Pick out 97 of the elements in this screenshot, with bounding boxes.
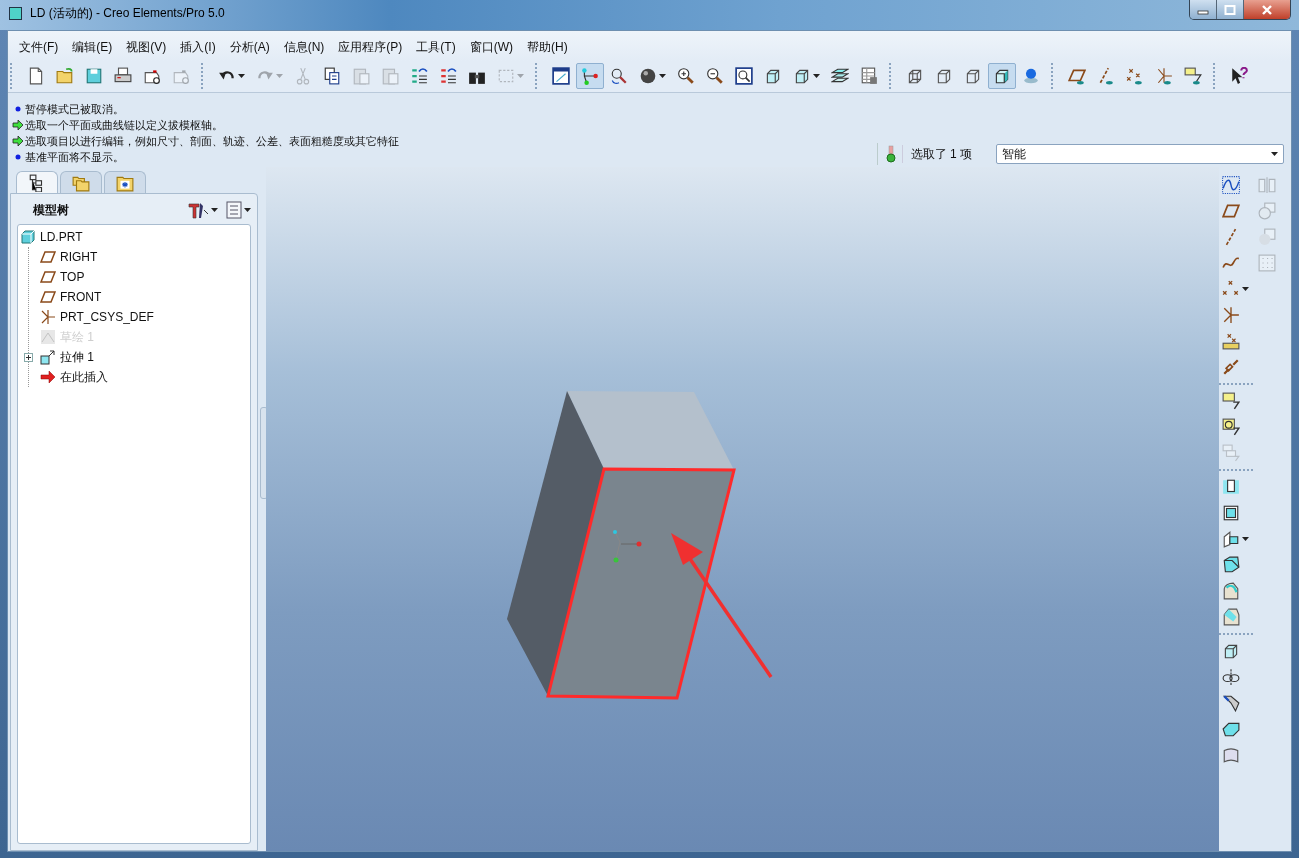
coordinate-system-eye-icon (1155, 67, 1173, 85)
caret-icon (1242, 537, 1249, 541)
zoom-out-icon (706, 67, 724, 85)
caret-icon (276, 74, 283, 78)
plane-icon (40, 269, 56, 285)
shaded-cube-icon (993, 67, 1011, 85)
tree-settings-button[interactable] (185, 200, 220, 220)
plane-icon (1222, 202, 1240, 220)
caret-icon (659, 74, 666, 78)
caret-icon (211, 208, 218, 212)
tree-item[interactable]: FRONT (60, 290, 102, 304)
cube-icon (1222, 642, 1240, 660)
list-arrows-icon (410, 67, 428, 85)
wireframe-cube-icon (906, 67, 924, 85)
cube-icon (764, 67, 782, 85)
message-text: 基准平面将不显示。 (25, 149, 124, 165)
minimize-button[interactable] (1190, 0, 1217, 19)
arrow-icon (12, 135, 24, 147)
dashed-box-icon (497, 67, 515, 85)
caret-icon (813, 74, 820, 78)
menu-item[interactable]: 帮助(H) (520, 38, 575, 57)
message-text: 选取一个平面或曲线链以定义拔模枢轴。 (25, 117, 223, 133)
window-title: LD (活动的) - Creo Elements/Pro 5.0 (30, 5, 225, 22)
traffic-light-icon (885, 145, 903, 163)
scissors-icon (294, 67, 312, 85)
axis-eye-icon (1097, 67, 1115, 85)
note-icon (1222, 392, 1240, 410)
selection-count: 选取了 1 项 (910, 145, 972, 163)
connected-nodes-icon (581, 67, 599, 85)
copy-icon (323, 67, 341, 85)
caret-icon (238, 74, 245, 78)
outline-cube-icon (964, 67, 982, 85)
message-text: 选取项目以进行编辑，例如尺寸、剖面、轨迹、公差、表面粗糙度或其它特征 (25, 133, 399, 149)
plane-icon (40, 249, 56, 265)
insert-arrow-icon (40, 369, 56, 385)
arrow-icon (12, 119, 24, 131)
tree-item[interactable]: 拉伸 1 (60, 348, 94, 366)
expand-icon[interactable] (24, 352, 33, 362)
zoom-fit-icon (735, 67, 753, 85)
caret-icon (517, 74, 524, 78)
panel-title: 模型树 (33, 201, 69, 219)
favorites-tab[interactable] (104, 171, 146, 193)
maximize-button[interactable] (1217, 0, 1244, 19)
list-arrows-icon (439, 67, 457, 85)
menu-item[interactable]: 文件(F) (12, 38, 66, 57)
menu-item[interactable]: 信息(N) (276, 38, 332, 57)
coordinate-system-icon (1222, 306, 1240, 324)
chain-icon (1222, 358, 1240, 376)
caret-icon (1242, 287, 1249, 291)
show-menu-button[interactable] (224, 200, 253, 220)
notes-icon (1222, 444, 1240, 462)
tree-item[interactable]: LD.PRT (40, 230, 83, 244)
coordinate-system-icon (40, 309, 56, 325)
outline-cube-icon (935, 67, 953, 85)
surface-icon (1222, 746, 1240, 764)
table-icon (860, 67, 878, 85)
points-eye-icon (1126, 67, 1144, 85)
cube-icon (793, 67, 811, 85)
printer-icon (114, 67, 132, 85)
close-button[interactable] (1244, 0, 1290, 19)
new-page-icon (27, 67, 45, 85)
window-icon (552, 67, 570, 85)
menu-item[interactable]: 分析(A) (222, 38, 277, 57)
grid-icon (1258, 254, 1276, 272)
sphere-icon (639, 67, 657, 85)
ball-icon (1022, 67, 1040, 85)
open-folder-icon (56, 67, 74, 85)
menu-item[interactable]: 插入(I) (173, 38, 223, 57)
layers-icon (831, 67, 849, 85)
menu-item[interactable]: 视图(V) (119, 38, 174, 57)
menu-item[interactable]: 工具(T) (409, 38, 463, 57)
zoom-in-icon (677, 67, 695, 85)
tree-item[interactable]: TOP (60, 270, 85, 284)
message-text: 暂停模式已被取消。 (25, 101, 124, 117)
tree-item[interactable]: 在此插入 (60, 368, 108, 386)
app-icon (9, 7, 22, 20)
note-eye-icon (1184, 67, 1202, 85)
plane-icon (40, 289, 56, 305)
menu-item[interactable]: 编辑(E) (65, 38, 120, 57)
help-pointer-icon (1230, 67, 1248, 85)
model-tree-tab[interactable] (16, 171, 58, 193)
shaded-cube-button[interactable] (988, 63, 1016, 89)
connected-nodes-button[interactable] (576, 63, 604, 89)
close-icon (1261, 4, 1273, 15)
curve-icon (1222, 176, 1240, 194)
plane-eye-icon (1068, 67, 1086, 85)
caret-icon (1271, 152, 1278, 156)
selection-filter-dropdown[interactable]: 智能 (996, 144, 1284, 164)
caret-icon (244, 208, 251, 212)
maximize-icon (1224, 4, 1236, 15)
menu-item[interactable]: 窗口(W) (462, 38, 520, 57)
points-icon (1222, 280, 1240, 298)
tree-item[interactable]: PRT_CSYS_DEF (60, 310, 154, 324)
menu-item[interactable]: 应用程序(P) (331, 38, 410, 57)
note-icon (1222, 418, 1240, 436)
tree-item[interactable]: RIGHT (60, 250, 98, 264)
part-cube-icon (20, 229, 36, 245)
